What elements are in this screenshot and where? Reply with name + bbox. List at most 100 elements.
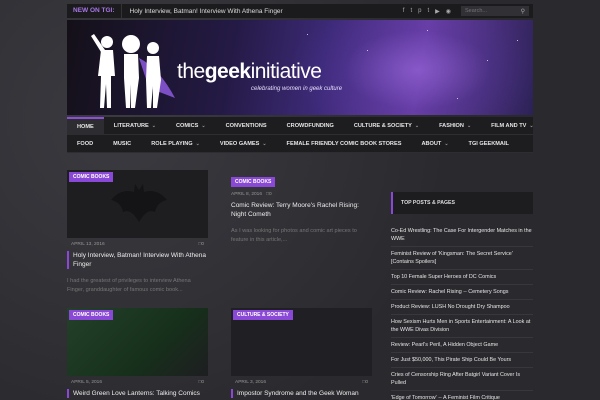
nav-item-video-games[interactable]: VIDEO GAMES ⌄ xyxy=(210,135,277,153)
nav-label: FEMALE FRIENDLY COMIC BOOK STORES xyxy=(286,140,402,147)
nav-item-literature[interactable]: LITERATURE ⌄ xyxy=(104,117,166,135)
nav-item-conventions[interactable]: CONVENTIONS xyxy=(216,117,277,135)
chevron-down-icon: ⌄ xyxy=(151,122,156,129)
nav-label: TGI GEEKMAIL xyxy=(468,140,509,147)
top-post-link[interactable]: Review: Pearl's Peril, A Hidden Object G… xyxy=(391,338,533,353)
chevron-down-icon: ⌄ xyxy=(466,122,472,129)
top-post-link[interactable]: Top 10 Female Super Heroes of DC Comics xyxy=(391,270,533,285)
top-post-link[interactable]: Product Review: LUSH No Drought Dry Sham… xyxy=(391,300,533,315)
post-date: APRIL 8, 2016 xyxy=(231,192,263,197)
widget-heading: TOP POSTS & PAGES xyxy=(391,192,533,214)
search-input[interactable] xyxy=(465,8,515,14)
nav-item-crowdfunding[interactable]: CROWDFUNDING xyxy=(277,117,344,135)
logo-word-geek: geek xyxy=(204,60,251,83)
heroines-logo-icon xyxy=(91,34,175,108)
top-posts-widget: TOP POSTS & PAGES Co-Ed Wrestling: The C… xyxy=(391,192,533,400)
post-thumbnail[interactable]: COMIC BOOKS xyxy=(67,308,208,376)
top-bar: NEW ON TGI: Holy Interview, Batman! Inte… xyxy=(67,4,533,18)
category-badge[interactable]: CULTURE & SOCIETY xyxy=(233,310,293,320)
star xyxy=(517,40,518,41)
category-badge[interactable]: COMIC BOOKS xyxy=(69,310,114,320)
nav-label: MUSIC xyxy=(113,140,132,147)
nebula-background xyxy=(287,20,533,115)
search-icon[interactable]: ⚲ xyxy=(521,8,525,15)
nav-row-2: FOOD MUSIC ROLE PLAYING ⌄ VIDEO GAMES ⌄ FE… xyxy=(67,135,533,153)
chevron-down-icon: ⌄ xyxy=(529,122,534,129)
post-title-link[interactable]: Holy Interview, Batman! Interview With A… xyxy=(67,251,208,269)
post-title-link[interactable]: Weird Green Love Lanterns: Talking Comic… xyxy=(67,389,208,398)
nav-item-film-tv[interactable]: FILM AND TV ⌄ xyxy=(481,117,543,135)
category-badge[interactable]: COMIC BOOKS xyxy=(231,177,276,187)
comment-count[interactable]: □0 xyxy=(198,380,204,385)
nav-item-culture-society[interactable]: CULTURE & SOCIETY ⌄ xyxy=(344,117,429,135)
nav-label: LITERATURE xyxy=(113,122,149,129)
tumblr-icon[interactable]: t xyxy=(427,8,429,15)
comment-count-value: 0 xyxy=(201,242,204,247)
star xyxy=(307,34,308,35)
main-navigation: HOME LITERATURE ⌄ COMICS ⌄ CONVENTIONS CRO… xyxy=(67,116,534,153)
nav-item-comic-stores[interactable]: FEMALE FRIENDLY COMIC BOOK STORES xyxy=(277,135,412,153)
nav-item-food[interactable]: FOOD xyxy=(67,135,103,153)
chevron-down-icon: ⌄ xyxy=(414,122,420,129)
chevron-down-icon: ⌄ xyxy=(195,140,200,147)
comment-count[interactable]: □0 xyxy=(362,380,368,385)
top-post-link[interactable]: Co-Ed Wrestling: The Case For Intergende… xyxy=(391,224,533,247)
top-post-link[interactable]: How Sexism Hurts Men in Sports Entertain… xyxy=(391,315,533,338)
nav-item-geekmail[interactable]: TGI GEEKMAIL xyxy=(459,135,519,153)
top-posts-list: Co-Ed Wrestling: The Case For Intergende… xyxy=(391,224,533,400)
comment-count[interactable]: □0 xyxy=(198,242,204,247)
top-post-link[interactable]: 'Edge of Tomorrow' -- A Feminist Film Cr… xyxy=(391,391,533,400)
top-post-link[interactable]: Comic Review: Rachel Rising -- Cemetery … xyxy=(391,285,533,300)
nav-item-role-playing[interactable]: ROLE PLAYING ⌄ xyxy=(141,135,210,153)
comment-count[interactable]: □0 xyxy=(266,192,272,197)
post-thumbnail[interactable]: COMIC BOOKS xyxy=(67,170,208,238)
chevron-down-icon: ⌄ xyxy=(201,122,206,129)
nav-row-1: HOME LITERATURE ⌄ COMICS ⌄ CONVENTIONS CRO… xyxy=(67,116,534,135)
nav-label: CULTURE & SOCIETY xyxy=(353,122,412,129)
post-meta: APRIL 8, 2016 □0 xyxy=(231,192,372,197)
rss-icon[interactable]: ◉ xyxy=(446,8,451,15)
top-post-link[interactable]: For Just $50,000, This Pirate Ship Could… xyxy=(391,353,533,368)
category-badge[interactable]: COMIC BOOKS xyxy=(69,172,114,182)
nav-label: FASHION xyxy=(439,122,464,129)
post-date: APRIL 13, 2016 xyxy=(71,242,105,247)
nav-label: FOOD xyxy=(77,140,94,147)
pinterest-icon[interactable]: p xyxy=(418,8,421,15)
top-post-link[interactable]: Cries of Censorship Ring After Batgirl V… xyxy=(391,368,533,391)
nav-item-about[interactable]: ABOUT ⌄ xyxy=(411,135,458,153)
star xyxy=(457,98,458,99)
nav-item-comics[interactable]: COMICS ⌄ xyxy=(166,117,216,135)
site-tagline: celebrating women in geek culture xyxy=(251,86,343,92)
new-on-badge: NEW ON TGI: xyxy=(67,4,122,18)
post-title-link[interactable]: Comic Review: Terry Moore's Rachel Risin… xyxy=(231,201,372,219)
star xyxy=(367,50,368,51)
post-excerpt: I had the greatest of privileges to inte… xyxy=(67,278,191,293)
nav-label: CROWDFUNDING xyxy=(286,122,334,129)
search-box: ⚲ xyxy=(461,6,529,16)
nav-item-home[interactable]: HOME xyxy=(67,116,104,135)
post-title-link[interactable]: Impostor Syndrome and the Geek Woman xyxy=(231,389,372,398)
nav-label: COMICS xyxy=(176,122,199,129)
post-meta: APRIL 5, 2016 □0 xyxy=(67,380,208,385)
site-header-banner[interactable]: thegeekinitiative celebrating women in g… xyxy=(67,20,533,115)
chevron-down-icon: ⌄ xyxy=(262,140,267,147)
nav-item-music[interactable]: MUSIC xyxy=(103,135,141,153)
facebook-icon[interactable]: f xyxy=(403,8,405,15)
site-logo-text[interactable]: thegeekinitiative xyxy=(177,60,322,84)
post-date: APRIL 3, 2016 xyxy=(235,380,267,385)
chevron-down-icon: ⌄ xyxy=(444,140,449,147)
nav-label: CONVENTIONS xyxy=(225,122,267,129)
post-thumbnail[interactable]: CULTURE & SOCIETY xyxy=(231,308,372,376)
nav-item-fashion[interactable]: FASHION ⌄ xyxy=(429,117,481,135)
social-links: f t p t ▶ ◉ xyxy=(403,8,451,15)
nav-label: ABOUT xyxy=(421,140,442,147)
comment-count-value: 0 xyxy=(268,192,272,197)
top-post-link[interactable]: Feminist Review of 'Kingsman: The Secret… xyxy=(391,247,533,270)
post-card: COMIC BOOKS APRIL 8, 2016 □0 Comic Review… xyxy=(231,170,372,245)
news-ticker-link[interactable]: Holy Interview, Batman! Interview With A… xyxy=(122,8,403,15)
post-date: APRIL 5, 2016 xyxy=(71,380,103,385)
youtube-icon[interactable]: ▶ xyxy=(435,8,440,15)
twitter-icon[interactable]: t xyxy=(410,8,412,15)
post-card: CULTURE & SOCIETY APRIL 3, 2016 □0 Impost… xyxy=(231,308,372,398)
bat-silhouette-icon xyxy=(111,184,167,222)
